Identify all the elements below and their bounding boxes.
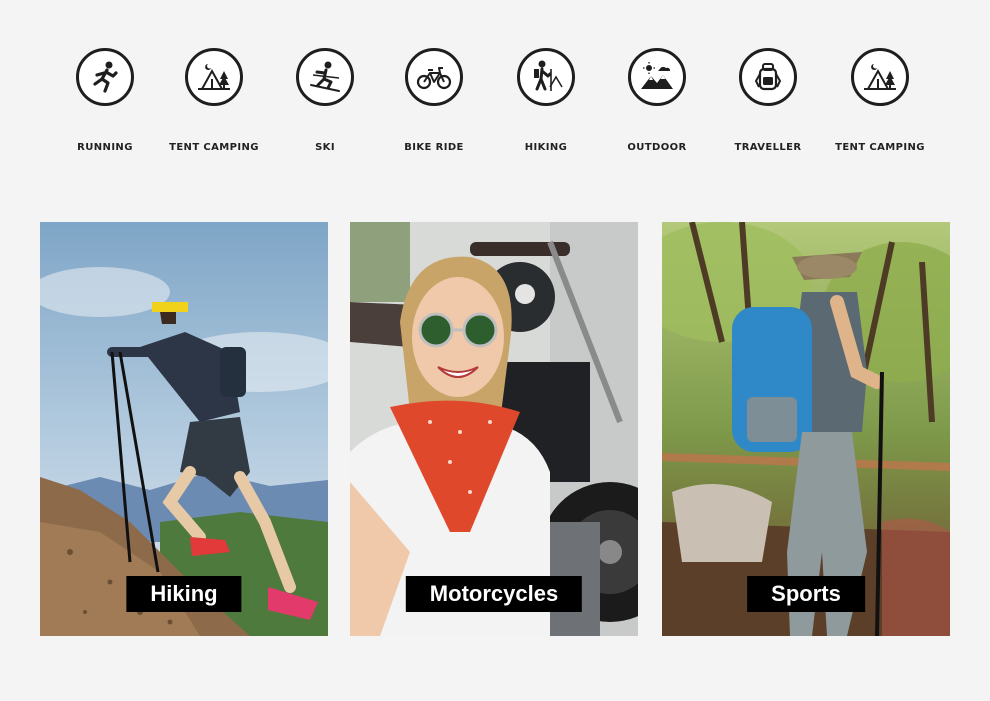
activity-label: BIKE RIDE xyxy=(404,142,464,153)
activity-label: RUNNING xyxy=(77,142,133,153)
activity-item-running: RUNNING xyxy=(50,48,160,153)
activity-item-traveller: TRAVELLER xyxy=(713,48,823,153)
motorcycles-photo-panel: Motorcycles xyxy=(350,222,638,636)
activity-label: HIKING xyxy=(524,142,568,153)
activity-item-hiking: HIKING xyxy=(491,48,601,153)
hiker-on-mountain-photo xyxy=(40,222,328,636)
activity-item-tent-camping: TENT CAMPING xyxy=(159,48,269,153)
activity-item-ski: SKI xyxy=(270,48,380,153)
traveller-icon xyxy=(739,48,797,106)
activity-label: SKI xyxy=(315,142,335,153)
activity-item-bike-ride: BIKE RIDE xyxy=(379,48,489,153)
hiking-photo-panel: Hiking xyxy=(40,222,328,636)
activity-label: OUTDOOR xyxy=(627,142,687,153)
sports-photo-panel: Sports xyxy=(662,222,950,636)
tent-camping-icon xyxy=(185,48,243,106)
activity-item-tent-camping-2: TENT CAMPING xyxy=(825,48,935,153)
hiker-in-forest-photo xyxy=(662,222,950,636)
activity-label: TENT CAMPING xyxy=(169,142,259,153)
outdoor-icon xyxy=(628,48,686,106)
ski-icon xyxy=(296,48,354,106)
panel-caption: Motorcycles xyxy=(405,576,583,612)
panel-caption: Sports xyxy=(747,576,865,612)
woman-with-motorcycle-photo xyxy=(350,222,638,636)
activity-label: TENT CAMPING xyxy=(835,142,925,153)
activity-item-outdoor: OUTDOOR xyxy=(602,48,712,153)
running-icon xyxy=(76,48,134,106)
panel-caption: Hiking xyxy=(126,576,242,612)
activity-label: TRAVELLER xyxy=(734,142,802,153)
tent-camping-icon xyxy=(851,48,909,106)
activity-icons-row: RUNNING TENT CAMPING SKI BIKE RIDE HIKIN… xyxy=(0,48,990,168)
hiking-icon xyxy=(517,48,575,106)
bike-ride-icon xyxy=(405,48,463,106)
